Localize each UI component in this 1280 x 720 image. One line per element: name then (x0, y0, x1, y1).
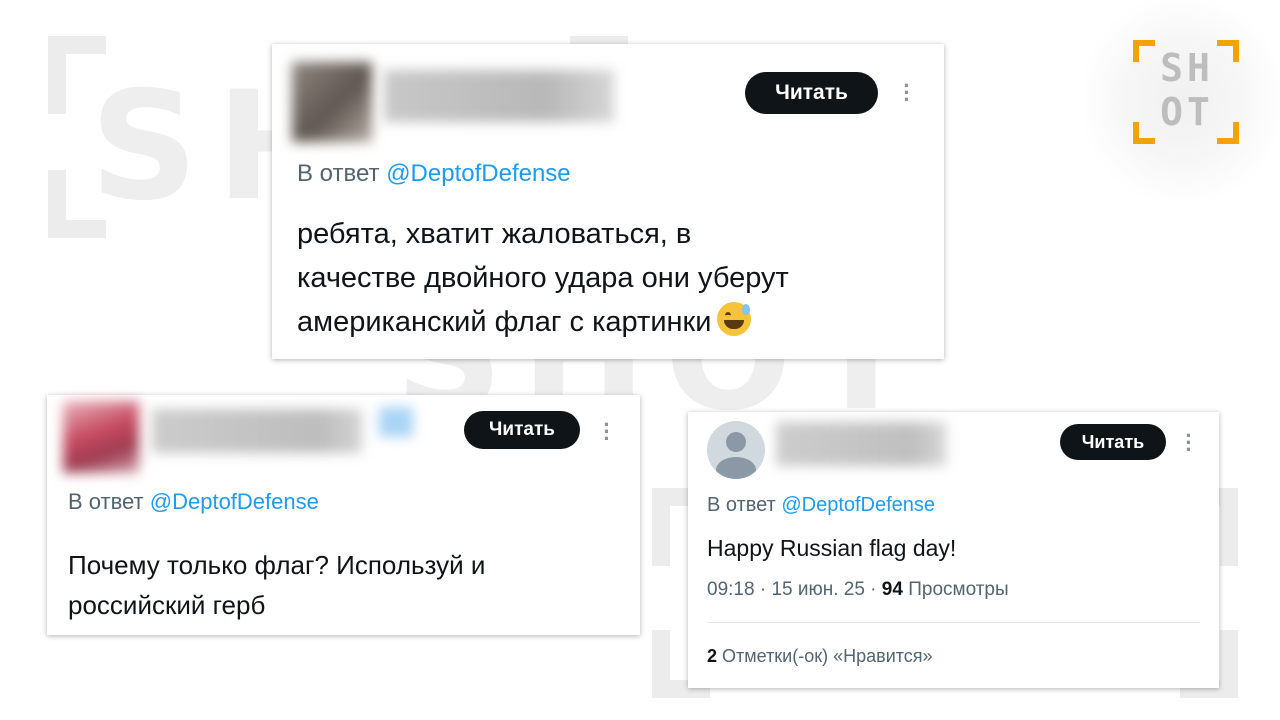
more-options-icon[interactable]: · · · (602, 414, 612, 450)
reply-handle-link[interactable]: @DeptofDefense (386, 160, 570, 187)
likes-count: 2 (707, 646, 718, 666)
author-name[interactable] (776, 422, 946, 466)
reply-context: В ответ @DeptofDefense (68, 489, 319, 515)
reply-handle-link[interactable]: @DeptofDefense (781, 494, 935, 516)
tweet-card: Читать · · · В ответ @DeptofDefense Happy … (688, 412, 1219, 688)
more-options-icon[interactable]: · · · (902, 75, 912, 111)
tweet-meta: 09:18 · 15 июн. 25 · 94 Просмотры (707, 579, 1009, 600)
likes-link[interactable]: 2 Отметки(-ок) «Нравится» (707, 646, 933, 667)
likes-label: Отметки(-ок) «Нравится» (722, 646, 933, 666)
tweet-text: ребята, хватит жаловаться, в качестве дв… (297, 212, 789, 344)
grinning-face-with-sweat-emoji (717, 302, 752, 336)
views-count: 94 (881, 579, 903, 600)
tweet-text-line: качестве двойного удара они уберут (297, 262, 789, 294)
reply-prefix: В ответ (297, 160, 380, 187)
default-avatar[interactable] (707, 421, 765, 479)
author-name[interactable] (384, 70, 614, 122)
avatar[interactable] (292, 62, 372, 142)
logo-text-top: SH (1160, 46, 1214, 90)
tweet-text-line: американский флаг с картинки (297, 300, 789, 344)
tweet-card: Читать · · · В ответ @DeptofDefense ребята… (272, 44, 944, 359)
tweet-text: Happy Russian flag day! (707, 535, 957, 561)
reply-context: В ответ @DeptofDefense (707, 494, 935, 517)
tweet-date-link[interactable]: 15 июн. 25 (771, 579, 864, 600)
avatar[interactable] (63, 401, 139, 473)
views-label: Просмотры (908, 579, 1009, 600)
reply-context: В ответ @DeptofDefense (297, 160, 571, 188)
read-button[interactable]: Читать (1060, 424, 1166, 460)
more-options-icon[interactable]: · · · (1184, 425, 1194, 461)
tweet-text-line: российский герб (68, 590, 266, 620)
read-button[interactable]: Читать (464, 411, 580, 449)
author-name[interactable] (152, 409, 362, 453)
reply-prefix: В ответ (707, 494, 776, 516)
tweet-text-line: Почему только флаг? Используй и (68, 550, 486, 580)
logo-text-bottom: OT (1160, 90, 1214, 134)
reply-prefix: В ответ (68, 489, 144, 514)
verified-badge-blurred (379, 407, 413, 437)
divider (707, 622, 1200, 623)
tweet-card: Читать · · · В ответ @DeptofDefense Почему… (47, 395, 640, 635)
tweet-text: Почему только флаг? Используй и российск… (68, 545, 485, 625)
shot-logo: SH OT (1133, 40, 1239, 144)
reply-handle-link[interactable]: @DeptofDefense (150, 489, 319, 514)
tweet-text-line: ребята, хватит жаловаться, в (297, 218, 692, 250)
read-button[interactable]: Читать (745, 72, 878, 114)
tweet-time-link[interactable]: 09:18 (707, 579, 755, 600)
